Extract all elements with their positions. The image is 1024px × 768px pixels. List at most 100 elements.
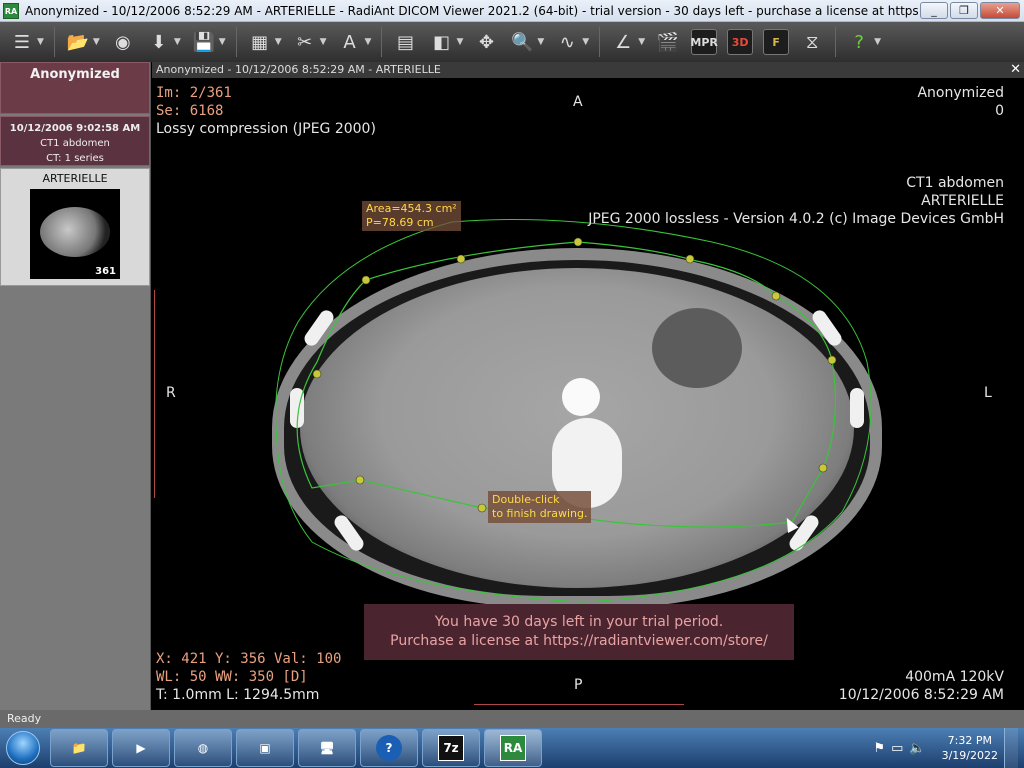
study-item[interactable]: 10/12/2006 9:02:58 AM CT1 abdomen CT: 1 … bbox=[0, 116, 150, 166]
compare-icon: ⧖ bbox=[805, 31, 819, 53]
start-button[interactable] bbox=[0, 728, 46, 768]
close-button[interactable]: ✕ bbox=[980, 2, 1020, 19]
series-thumbnail[interactable]: 361 bbox=[30, 189, 120, 279]
overlay-patient-id: 0 bbox=[995, 103, 1004, 119]
overlay-codec: JPEG 2000 lossless - Version 4.0.2 (c) I… bbox=[588, 211, 1004, 227]
taskbar-monitor[interactable]: 🖥 bbox=[298, 729, 356, 767]
action-center-icon[interactable]: ⚑ bbox=[873, 741, 885, 756]
orientation-right: L bbox=[984, 385, 992, 401]
open-folder-icon: 📂 bbox=[66, 31, 90, 53]
taskbar-7zip[interactable]: 7z bbox=[422, 729, 480, 767]
freehand-roi-icon: ∿ bbox=[559, 31, 575, 53]
study-browser: Anonymized 10/12/2006 9:02:58 AM CT1 abd… bbox=[0, 62, 151, 710]
taskbar-chrome[interactable]: ◍ bbox=[174, 729, 232, 767]
taskbar-media-player[interactable]: ▶ bbox=[112, 729, 170, 767]
vertical-scale-bar bbox=[154, 290, 158, 498]
window-title: Anonymized - 10/12/2006 8:52:29 AM - ART… bbox=[25, 3, 925, 18]
angle-button[interactable]: ∠ ▼ bbox=[607, 26, 648, 58]
patient-name[interactable]: Anonymized bbox=[0, 62, 150, 114]
drawing-hint: Double-click to finish drawing. bbox=[488, 491, 592, 523]
pan-button[interactable]: ✥ bbox=[470, 26, 502, 58]
menu-button[interactable]: ☰ ▼ bbox=[6, 26, 47, 58]
help-icon: ? bbox=[854, 31, 864, 53]
mpr-button[interactable]: MPR bbox=[688, 26, 720, 58]
overlay-study-info: CT1 abdomen ARTERIELLE JPEG 2000 lossles… bbox=[588, 174, 1004, 228]
download-icon: ⬇ bbox=[151, 31, 167, 53]
cine-icon: 🎬 bbox=[656, 31, 680, 53]
app-logo-icon[interactable]: RA bbox=[3, 2, 19, 19]
text-button[interactable]: A ▼ bbox=[334, 26, 375, 58]
chrome-icon: ◍ bbox=[197, 741, 209, 755]
orientation-left: R bbox=[166, 385, 176, 401]
maximize-button[interactable]: ❐ bbox=[950, 2, 978, 19]
hint-line-1: Double-click bbox=[492, 493, 560, 506]
download-button[interactable]: ⬇ ▼ bbox=[143, 26, 184, 58]
taskbar-control-panel[interactable]: ▣ bbox=[236, 729, 294, 767]
trial-purchase-link[interactable]: Purchase a license at https://radiantvie… bbox=[364, 632, 794, 651]
taskbar-radiant[interactable]: RA bbox=[484, 729, 542, 767]
windows-logo-icon bbox=[6, 731, 40, 765]
series-item[interactable]: ARTERIELLE 361 bbox=[0, 168, 150, 286]
image-viewer[interactable]: Anonymized - 10/12/2006 8:52:29 AM - ART… bbox=[152, 62, 1024, 710]
zoom-button[interactable]: 🔍 ▼ bbox=[506, 26, 547, 58]
zoom-icon: 🔍 bbox=[511, 31, 534, 53]
area-measurement[interactable]: Area=454.3 cm² P=78.69 cm bbox=[362, 201, 461, 231]
7zip-icon: 7z bbox=[438, 735, 464, 761]
hint-line-2: to finish drawing. bbox=[492, 507, 588, 520]
tools-button[interactable]: ✂ ▼ bbox=[289, 26, 330, 58]
layout-button[interactable]: ▦ ▼ bbox=[244, 26, 285, 58]
acquisition-date: 10/12/2006 8:52:29 AM bbox=[838, 687, 1004, 703]
overlay-bottom-right: 400mA 120kV 10/12/2006 8:52:29 AM bbox=[839, 668, 1004, 704]
window-level-button[interactable]: ◧ ▼ bbox=[425, 26, 466, 58]
cine-button[interactable]: 🎬 bbox=[652, 26, 684, 58]
clock[interactable]: 7:32 PM 3/19/2022 bbox=[942, 733, 998, 763]
save-button[interactable]: 💾 ▼ bbox=[188, 26, 229, 58]
network-icon[interactable]: ▭ bbox=[891, 741, 903, 756]
series-name: ARTERIELLE bbox=[42, 172, 108, 185]
help-button[interactable]: ? ▼ bbox=[843, 26, 884, 58]
explorer-icon: 📁 bbox=[71, 741, 87, 755]
freehand-roi-button[interactable]: ∿ ▼ bbox=[551, 26, 592, 58]
3d-icon: 3D bbox=[727, 29, 754, 55]
angle-icon: ∠ bbox=[615, 31, 632, 53]
compare-button[interactable]: ⧖ bbox=[796, 26, 828, 58]
overlay-bottom-left: X: 421 Y: 356 Val: 100 WL: 50 WW: 350 [D… bbox=[156, 650, 341, 704]
minimize-button[interactable]: _ bbox=[920, 2, 948, 19]
series-stack-icon: ▤ bbox=[396, 31, 414, 53]
trial-days-left: You have 30 days left in your trial peri… bbox=[434, 614, 724, 630]
main-toolbar: ☰ ▼ 📂 ▼ ◉ ⬇ ▼ 💾 ▼ ▦ ▼ ✂ ▼ A ▼ ▤ ◧ ▼ ✥ 🔍 ▼ ∿ ▼ ∠ ▼ 🎬… bbox=[0, 22, 1024, 62]
open-button[interactable]: 📂 ▼ bbox=[62, 26, 103, 58]
clock-date: 3/19/2022 bbox=[941, 749, 998, 762]
fusion-button[interactable]: F bbox=[760, 26, 792, 58]
taskbar-explorer[interactable]: 📁 bbox=[50, 729, 108, 767]
save-icon: 💾 bbox=[192, 31, 215, 53]
cd-dvd-button[interactable]: ◉ bbox=[107, 26, 139, 58]
overlay-top-left: Im: 2/361 Se: 6168 Lossy compression (JP… bbox=[156, 84, 376, 138]
taskbar-help[interactable]: ? bbox=[360, 729, 418, 767]
3d-button[interactable]: 3D bbox=[724, 26, 756, 58]
exposure-readout: 400mA 120kV bbox=[905, 669, 1004, 685]
text-icon: A bbox=[343, 31, 356, 53]
series-number: Se: 6168 bbox=[156, 103, 224, 119]
volume-icon[interactable]: 🔈 bbox=[909, 741, 925, 756]
status-bar: Ready bbox=[0, 710, 1024, 728]
orientation-bottom: P bbox=[574, 677, 583, 693]
menu-icon: ☰ bbox=[13, 31, 31, 53]
series-image-count: 361 bbox=[95, 266, 116, 277]
cd-dvd-icon: ◉ bbox=[114, 31, 131, 53]
overlay-series-desc: ARTERIELLE bbox=[921, 193, 1004, 209]
overlay-study-desc: CT1 abdomen bbox=[906, 175, 1004, 191]
media-player-icon: ▶ bbox=[136, 741, 146, 755]
pan-icon: ✥ bbox=[478, 31, 494, 53]
system-tray: ⚑ ▭ 🔈 7:32 PM 3/19/2022 bbox=[873, 728, 1024, 768]
overlay-patient: Anonymized bbox=[917, 85, 1004, 101]
show-desktop-button[interactable] bbox=[1004, 728, 1018, 768]
series-button[interactable]: ▤ bbox=[389, 26, 421, 58]
compression-info: Lossy compression (JPEG 2000) bbox=[156, 121, 376, 137]
window-level-readout: WL: 50 WW: 350 [D] bbox=[156, 669, 308, 685]
clock-time: 7:32 PM bbox=[947, 734, 992, 747]
image-index: Im: 2/361 bbox=[156, 85, 232, 101]
mpr-icon: MPR bbox=[690, 29, 718, 55]
monitor-icon: 🖥 bbox=[319, 741, 335, 755]
control-panel-icon: ▣ bbox=[259, 741, 271, 755]
